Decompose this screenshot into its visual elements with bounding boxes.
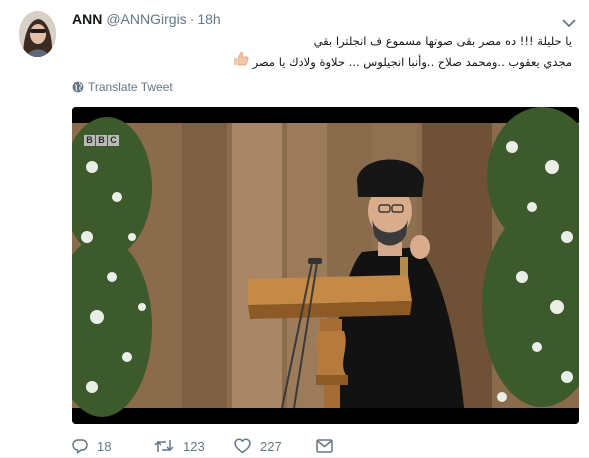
- tweet-text-line-2: مجدي يعقوب ..ومحمد صلاح ..وأنبا انجيلوس …: [72, 51, 572, 72]
- tweet-timestamp[interactable]: 18h: [197, 11, 220, 27]
- tweet-actions: 18 123 227: [72, 436, 342, 456]
- bbc-letter: C: [108, 135, 119, 146]
- reply-count: 18: [97, 438, 112, 454]
- thumbs-up-icon: [233, 51, 249, 72]
- tweet-text-line-1: يا حليلة !!! ده مصر بقى صوتها مسموع ف ان…: [313, 34, 572, 48]
- bbc-letter: B: [96, 135, 107, 146]
- chevron-down-icon[interactable]: [562, 15, 576, 28]
- bbc-watermark: B B C: [84, 135, 119, 146]
- avatar[interactable]: [19, 11, 56, 57]
- heart-icon: [234, 438, 251, 454]
- media-video-still[interactable]: B B C: [72, 107, 579, 424]
- translate-tweet-link[interactable]: Translate Tweet: [72, 80, 173, 94]
- retweet-icon: [154, 440, 174, 452]
- direct-message-button[interactable]: [316, 439, 342, 453]
- bbc-letter: B: [84, 135, 95, 146]
- reply-button[interactable]: 18: [72, 438, 154, 454]
- separator-dot: ·: [189, 11, 195, 27]
- tweet-card[interactable]: ANN @ANNGirgis · 18h يا حليلة !!! ده مصر…: [0, 0, 589, 458]
- author-handle[interactable]: @ANNGirgis: [106, 11, 186, 27]
- tweet-header: ANN @ANNGirgis · 18h: [72, 11, 221, 29]
- video-frame-illustration: [72, 107, 579, 424]
- globe-icon: [72, 81, 84, 93]
- envelope-icon: [316, 439, 333, 453]
- like-count: 227: [260, 438, 282, 454]
- tweet-text: يا حليلة !!! ده مصر بقى صوتها مسموع ف ان…: [72, 32, 572, 72]
- translate-label: Translate Tweet: [88, 80, 173, 94]
- retweet-count: 123: [183, 438, 205, 454]
- retweet-button[interactable]: 123: [154, 438, 234, 454]
- like-button[interactable]: 227: [234, 438, 316, 454]
- tweet-text-line-2-content: مجدي يعقوب ..ومحمد صلاح ..وأنبا انجيلوس …: [252, 55, 572, 69]
- author-name[interactable]: ANN: [72, 11, 102, 27]
- reply-icon: [72, 439, 88, 454]
